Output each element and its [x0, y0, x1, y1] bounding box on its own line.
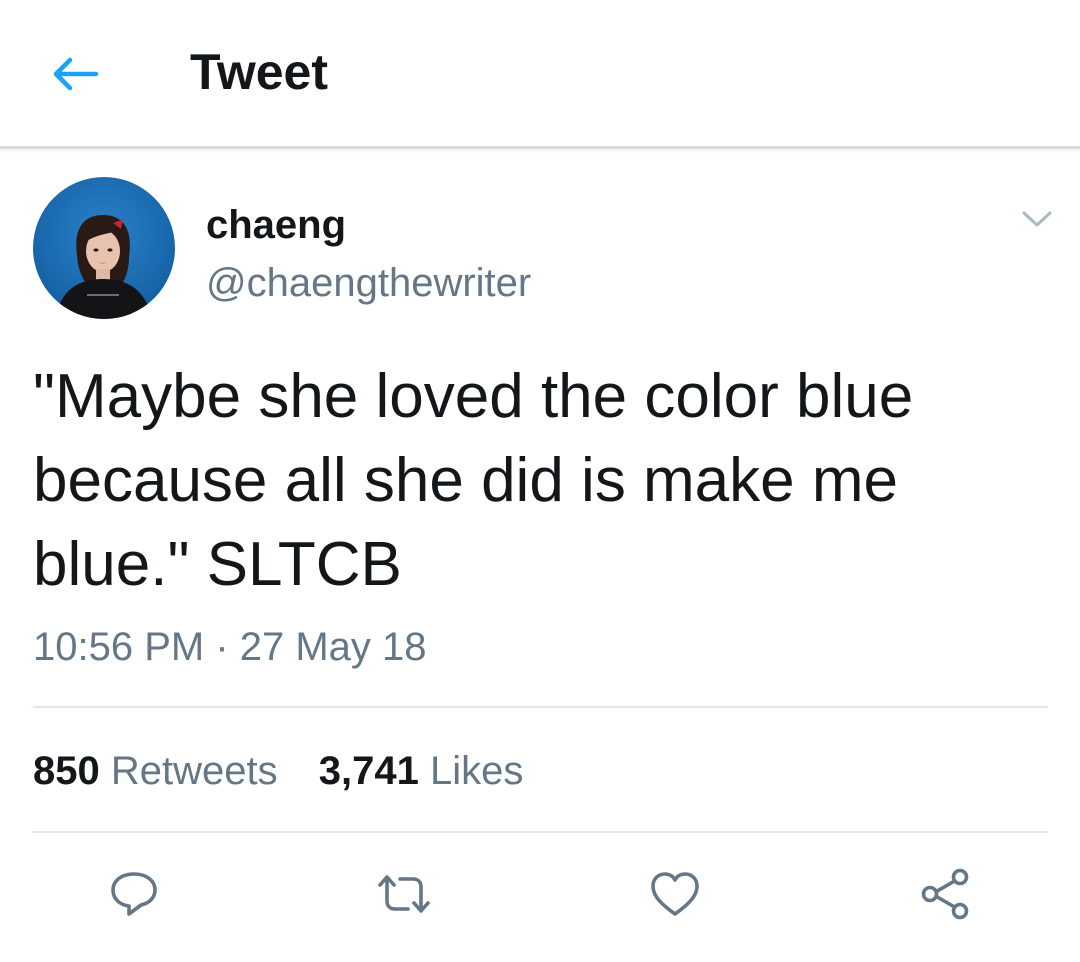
retweets-stat[interactable]: 850 Retweets — [33, 747, 278, 795]
tweet-menu-button[interactable] — [1012, 199, 1062, 239]
tweet-detail: chaeng @chaengthewriter "Maybe she loved… — [0, 149, 1080, 962]
tweet-stats: 850 Retweets 3,741 Likes — [33, 747, 523, 795]
author-handle[interactable]: @chaengthewriter — [206, 259, 531, 307]
share-button[interactable] — [915, 864, 975, 924]
retweet-icon — [378, 875, 430, 913]
avatar-image — [33, 177, 175, 319]
heart-icon — [651, 872, 699, 916]
arrow-left-icon — [53, 57, 99, 91]
chevron-down-icon — [1022, 211, 1052, 227]
divider — [33, 831, 1048, 833]
tweet-text: "Maybe she loved the color blue because … — [33, 355, 1033, 607]
reply-icon — [111, 872, 157, 916]
tweet-text-line: "Maybe she loved the color blue — [33, 362, 914, 431]
tweet-timestamp: 10:56 PM · 27 May 18 — [33, 625, 427, 669]
reply-button[interactable] — [104, 864, 164, 924]
likes-count: 3,741 — [318, 749, 419, 793]
likes-stat[interactable]: 3,741 Likes — [319, 747, 524, 795]
like-button[interactable] — [645, 864, 705, 924]
share-icon — [921, 868, 969, 920]
author-display-name[interactable]: chaeng — [206, 201, 346, 249]
retweets-label: Retweets — [110, 749, 278, 793]
tweet-text-line: blue." SLTCB — [33, 530, 402, 599]
retweets-count: 850 — [33, 749, 100, 793]
divider — [33, 706, 1048, 708]
retweet-button[interactable] — [374, 864, 434, 924]
tweet-text-line: because all she did is make me — [33, 446, 899, 515]
back-button[interactable] — [40, 44, 110, 104]
page-title: Tweet — [190, 44, 328, 100]
likes-label: Likes — [429, 749, 524, 793]
app-bar: Tweet — [0, 0, 1080, 149]
avatar[interactable] — [33, 177, 175, 319]
